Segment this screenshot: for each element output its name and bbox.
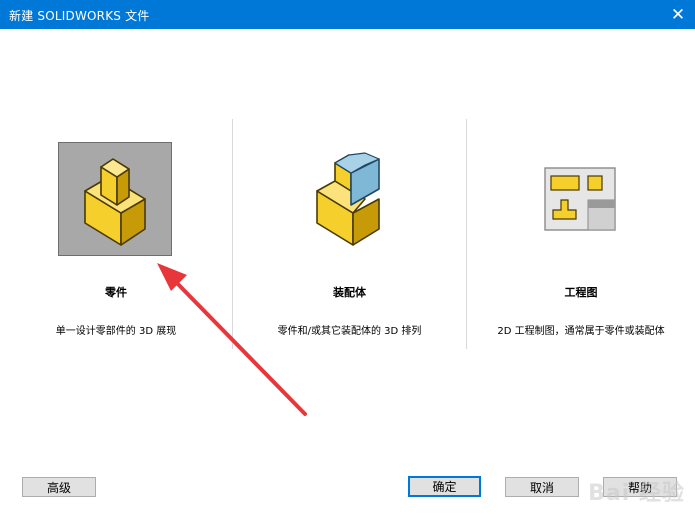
advanced-button-label: 高级	[46, 480, 71, 495]
assembly-icon	[315, 152, 380, 246]
title-bar: 新建 SOLIDWORKS 文件 ✕	[0, 0, 695, 29]
advanced-button[interactable]: 高级	[22, 477, 96, 497]
cancel-button[interactable]: 取消	[505, 477, 579, 497]
assembly-tile[interactable]	[292, 142, 406, 256]
close-button[interactable]: ✕	[661, 0, 695, 29]
template-part[interactable]: 零件 单一设计零部件的 3D 展现	[0, 120, 232, 350]
ok-button[interactable]: 确定	[408, 476, 481, 497]
ok-button-label: 确定	[432, 480, 457, 494]
part-label: 零件	[105, 286, 127, 299]
drawing-label: 工程图	[564, 286, 598, 299]
close-icon: ✕	[670, 4, 686, 25]
drawing-icon	[544, 167, 616, 231]
part-tile[interactable]	[58, 142, 172, 256]
watermark: Bai 经验	[588, 481, 685, 506]
window-title: 新建 SOLIDWORKS 文件	[9, 9, 150, 23]
part-description: 单一设计零部件的 3D 展现	[55, 326, 177, 337]
template-drawing[interactable]: 工程图 2D 工程制图，通常属于零件或装配体	[467, 120, 695, 350]
drawing-tile[interactable]	[523, 142, 637, 256]
part-icon	[84, 158, 146, 246]
assembly-label: 装配体	[333, 286, 366, 299]
drawing-description: 2D 工程制图，通常属于零件或装配体	[497, 326, 665, 337]
cancel-button-label: 取消	[529, 480, 554, 495]
assembly-description: 零件和/或其它装配体的 3D 排列	[277, 326, 422, 337]
template-assembly[interactable]: 装配体 零件和/或其它装配体的 3D 排列	[233, 120, 466, 350]
